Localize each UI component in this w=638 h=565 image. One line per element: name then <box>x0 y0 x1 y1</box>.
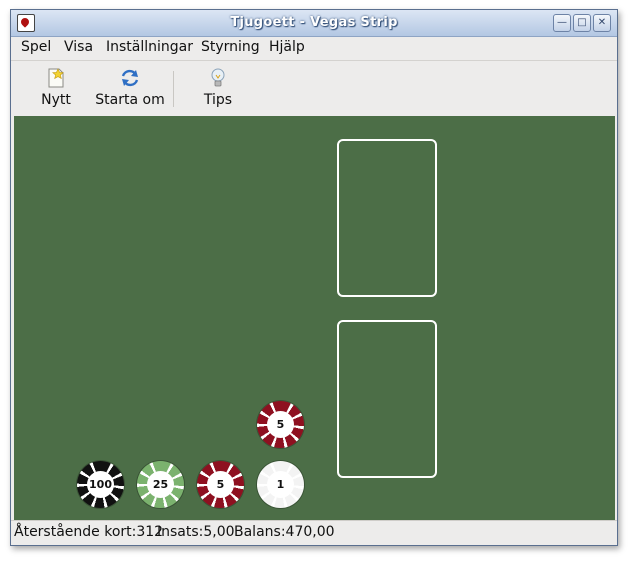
bet-chip-label: 5 <box>267 411 294 438</box>
chip-100[interactable]: 100 <box>77 461 124 508</box>
menu-spel[interactable]: Spel <box>21 39 51 55</box>
chip-1[interactable]: 1 <box>257 461 304 508</box>
menu-installningar[interactable]: Inställningar <box>106 39 193 55</box>
chip-1-label: 1 <box>267 471 294 498</box>
minimize-button[interactable]: — <box>553 14 571 32</box>
title-bar[interactable]: Tjugoett - Vegas Strip — □ ✕ <box>11 10 617 37</box>
hint-label: Tips <box>203 92 233 108</box>
hint-button[interactable]: Tips <box>201 67 235 108</box>
toolbar-separator <box>173 71 174 107</box>
status-bar: Återstående kort:312 Insats:5,00 Balans:… <box>11 520 617 545</box>
menu-hjalp[interactable]: Hjälp <box>269 39 305 55</box>
chip-5[interactable]: 5 <box>197 461 244 508</box>
restart-label: Starta om <box>95 92 165 108</box>
app-window: Tjugoett - Vegas Strip — □ ✕ Spel Visa I… <box>10 9 618 546</box>
player-card-slot[interactable] <box>337 320 437 478</box>
menu-styrning[interactable]: Styrning <box>201 39 260 55</box>
bet-status: Insats:5,00 <box>157 524 235 540</box>
window-title: Tjugoett - Vegas Strip <box>230 15 398 30</box>
refresh-icon <box>121 69 139 87</box>
chip-100-label: 100 <box>87 471 114 498</box>
cards-remaining-status: Återstående kort:312 <box>14 524 164 540</box>
close-button[interactable]: ✕ <box>593 14 611 32</box>
bet-chip-5[interactable]: 5 <box>257 401 304 448</box>
blackjack-table[interactable]: 100 25 5 1 5 <box>14 116 615 520</box>
restart-button[interactable]: Starta om <box>95 67 165 108</box>
new-game-label: Nytt <box>41 92 71 108</box>
lightbulb-icon <box>211 68 225 87</box>
menu-visa[interactable]: Visa <box>64 39 93 55</box>
menu-bar: Spel Visa Inställningar Styrning Hjälp <box>11 37 617 59</box>
new-document-icon <box>48 68 64 88</box>
chip-5-label: 5 <box>207 471 234 498</box>
dealer-card-slot[interactable] <box>337 139 437 297</box>
maximize-button[interactable]: □ <box>573 14 591 32</box>
toolbar: Nytt Starta om Tips <box>11 60 617 116</box>
chip-25[interactable]: 25 <box>137 461 184 508</box>
balance-status: Balans:470,00 <box>234 524 335 540</box>
chip-25-label: 25 <box>147 471 174 498</box>
new-game-button[interactable]: Nytt <box>39 67 73 108</box>
